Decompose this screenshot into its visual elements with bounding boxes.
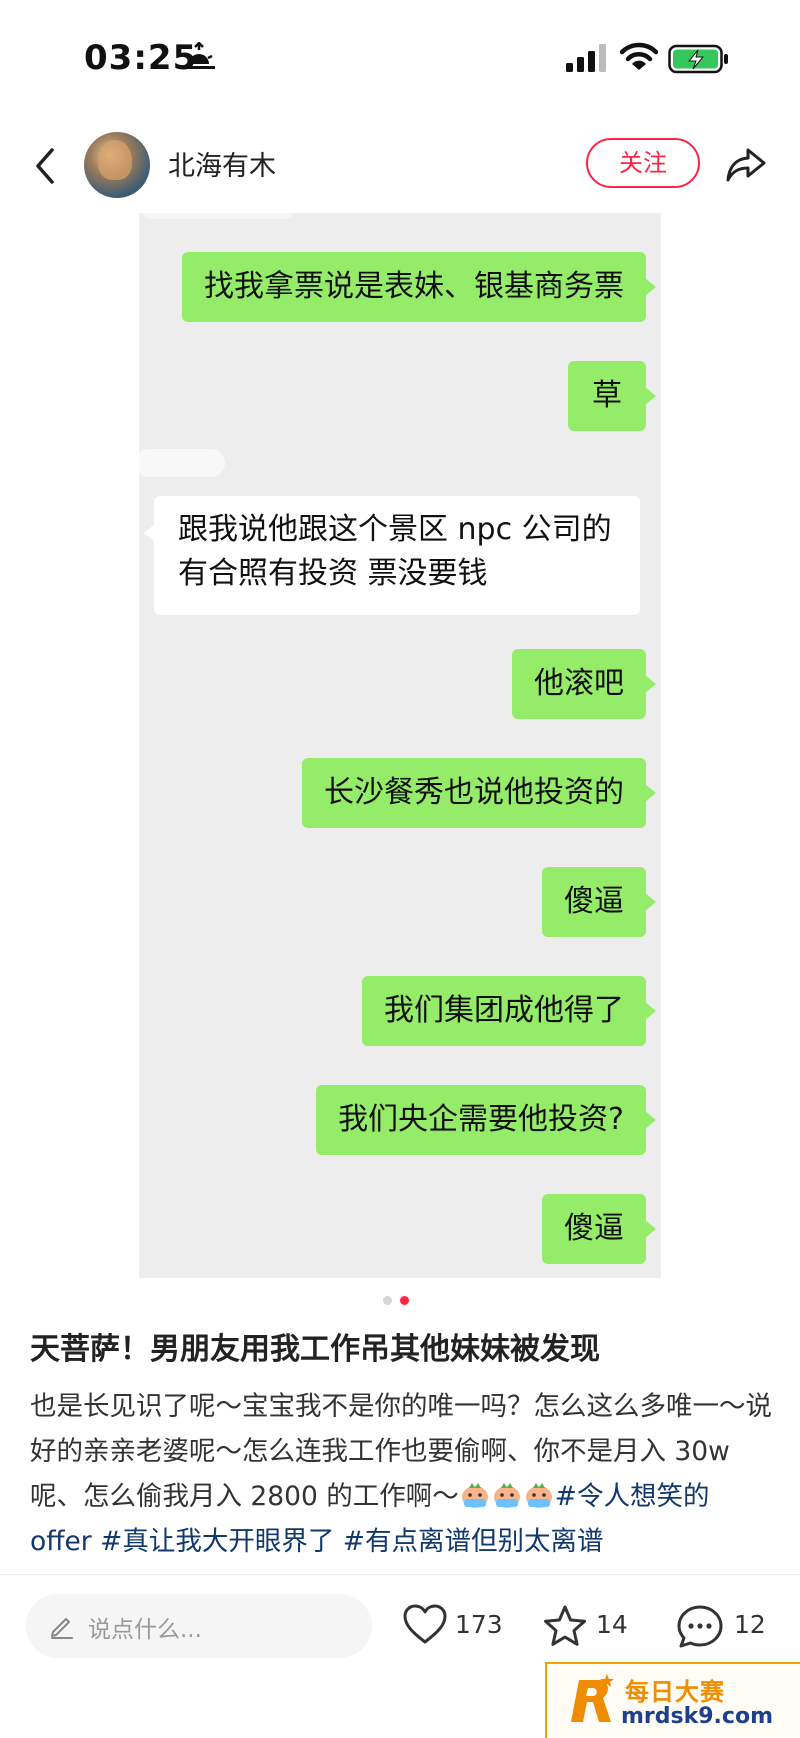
chat-bubble-line: 有合照有投资 票没要钱 xyxy=(178,556,488,591)
status-bar: 03:25 xyxy=(0,0,800,110)
comment-count: 12 xyxy=(734,1610,766,1639)
chat-bubble-sent: 傻逼 xyxy=(542,1194,656,1264)
back-icon[interactable] xyxy=(26,142,66,190)
chat-bubble-sent: 长沙餐秀也说他投资的 xyxy=(302,758,656,828)
chat-bubble-received: 跟我说他跟这个景区 npc 公司的 有合照有投资 票没要钱 xyxy=(144,496,640,615)
status-time: 03:25 xyxy=(84,38,198,78)
share-icon[interactable] xyxy=(724,142,768,186)
favorite-button[interactable]: 14 xyxy=(542,1600,632,1652)
redacted-smudge xyxy=(143,213,293,219)
like-count: 173 xyxy=(455,1610,503,1639)
heart-icon xyxy=(403,1604,447,1644)
bottom-divider xyxy=(0,1574,800,1575)
sunrise-icon xyxy=(183,42,215,69)
chat-bubble-sent: 我们央企需要他投资? xyxy=(316,1085,656,1155)
pager-dot-active xyxy=(400,1296,409,1305)
post-header: 北海有木 关注 xyxy=(0,122,800,210)
watermark-title: 每日大赛 xyxy=(625,1678,725,1706)
image-pager-dots xyxy=(383,1296,417,1308)
hashtag-link[interactable]: #有点离谱但别太离谱 xyxy=(343,1526,604,1557)
chat-bubble-sent: 草 xyxy=(568,361,656,431)
comment-placeholder: 说点什么... xyxy=(88,1617,202,1643)
post-body: 也是长见识了呢～宝宝我不是你的唯一吗？怎么这么多唯一～说好的亲亲老婆呢～怎么连我… xyxy=(30,1384,774,1564)
chat-bubble-sent: 我们集团成他得了 xyxy=(362,976,656,1046)
crying-emoji-icon xyxy=(461,1483,488,1508)
pencil-icon xyxy=(51,1618,73,1639)
chat-bubble-line: 跟我说他跟这个景区 npc 公司的 xyxy=(178,512,612,547)
comment-bubble-icon xyxy=(677,1605,723,1648)
wifi-icon xyxy=(620,42,658,70)
redacted-smudge xyxy=(139,449,225,477)
pager-dot xyxy=(383,1296,392,1305)
watermark-url: mrdsk9.com xyxy=(621,1704,773,1729)
watermark-overlay: 每日大赛 mrdsk9.com xyxy=(545,1662,800,1738)
chat-bubble-sent: 傻逼 xyxy=(542,867,656,937)
crying-emoji-icon xyxy=(493,1483,520,1508)
comment-button[interactable]: 12 xyxy=(676,1600,776,1652)
author-avatar[interactable] xyxy=(84,132,150,198)
comment-input[interactable]: 说点什么... xyxy=(26,1594,372,1658)
hashtag-link[interactable]: #真让我大开眼界了 xyxy=(100,1526,334,1557)
follow-button[interactable]: 关注 xyxy=(586,138,700,188)
cellular-signal-icon xyxy=(566,44,606,72)
like-button[interactable]: 173 xyxy=(402,1600,503,1652)
favorite-count: 14 xyxy=(596,1610,628,1639)
post-image-chat-screenshot[interactable]: 找我拿票说是表妹、银基商务票 草 跟我说他跟这个景区 npc 公司的 有合照有投… xyxy=(139,213,661,1278)
battery-charging-icon xyxy=(668,44,728,74)
chat-bubble-sent: 找我拿票说是表妹、银基商务票 xyxy=(182,252,656,322)
watermark-logo-icon xyxy=(571,1674,614,1722)
star-icon xyxy=(544,1605,586,1646)
chat-bubble-sent: 他滚吧 xyxy=(512,649,656,719)
author-name[interactable]: 北海有木 xyxy=(168,144,276,183)
crying-emoji-icon xyxy=(525,1483,552,1508)
post-title: 天菩萨！男朋友用我工作吊其他妹妹被发现 xyxy=(30,1332,600,1367)
